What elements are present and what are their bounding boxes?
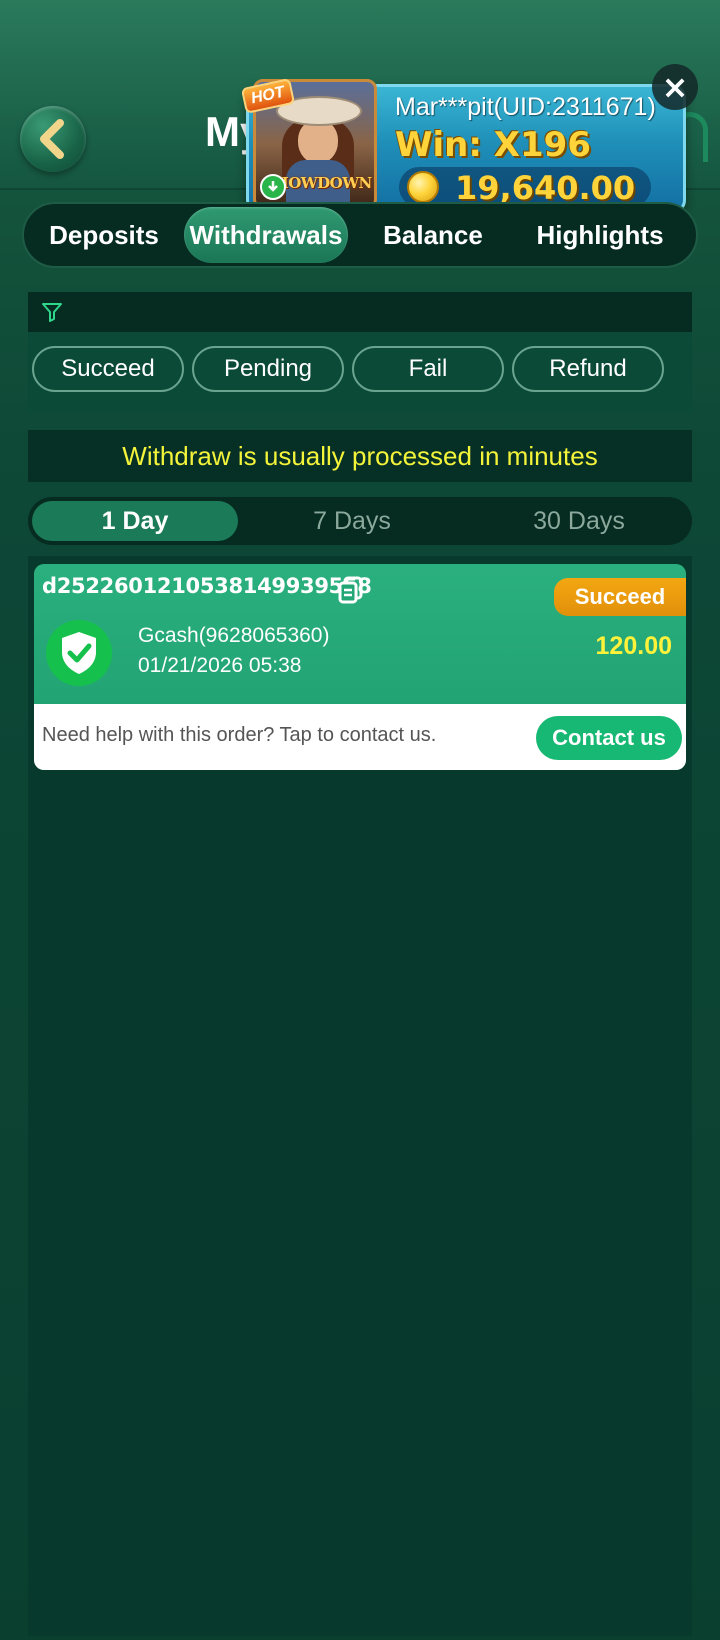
order-amount: 120.00 <box>595 632 672 660</box>
status-badge: Succeed <box>554 578 686 616</box>
tab-highlights[interactable]: Highlights <box>518 207 682 263</box>
filter-bar[interactable] <box>28 292 692 332</box>
filter-fail[interactable]: Fail <box>352 346 504 392</box>
period-tabs: 1 Day 7 Days 30 Days <box>28 497 692 545</box>
period-1-day[interactable]: 1 Day <box>32 501 238 541</box>
back-button[interactable] <box>20 106 86 172</box>
filter-icon[interactable] <box>40 300 64 324</box>
period-30-days[interactable]: 30 Days <box>466 501 692 541</box>
winner-user: Mar***pit(UID:2311671) <box>395 93 656 121</box>
tab-balance[interactable]: Balance <box>348 207 518 263</box>
copy-icon[interactable] <box>338 576 364 604</box>
processing-notice: Withdraw is usually processed in minutes <box>28 430 692 482</box>
status-filter-pills: Succeed Pending Fail Refund <box>32 346 664 392</box>
download-icon[interactable] <box>260 174 286 200</box>
coin-icon <box>407 171 439 203</box>
order-id: d25226012105381499395​58 <box>42 574 372 598</box>
order-datetime: 01/21/2026 05:38 <box>138 654 302 677</box>
win-multiplier: Win: X196 <box>395 125 591 165</box>
close-icon[interactable]: × <box>652 64 698 110</box>
win-amount-box: 19,640.00 <box>399 167 651 207</box>
back-arrow-icon <box>40 119 64 159</box>
tab-deposits[interactable]: Deposits <box>24 207 184 263</box>
win-notification-popup[interactable]: SHOWDOWN HOT Mar***pit(UID:2311671) Win:… <box>240 78 686 214</box>
help-text[interactable]: Need help with this order? Tap to contac… <box>42 724 436 747</box>
period-7-days[interactable]: 7 Days <box>238 501 466 541</box>
filter-pending[interactable]: Pending <box>192 346 344 392</box>
help-row: Need help with this order? Tap to contac… <box>34 704 686 770</box>
thumb-face <box>298 120 338 164</box>
order-card[interactable]: d25226012105381499395​58 Succeed Gcash(9… <box>34 564 686 770</box>
contact-us-button[interactable]: Contact us <box>536 716 682 760</box>
payment-method: Gcash(9628065360) <box>138 624 330 647</box>
shield-check-icon <box>46 620 112 686</box>
filter-succeed[interactable]: Succeed <box>32 346 184 392</box>
filter-panel: Succeed Pending Fail Refund <box>28 292 692 412</box>
record-tabs: Deposits Withdrawals Balance Highlights <box>22 202 698 268</box>
tab-withdrawals[interactable]: Withdrawals <box>184 207 348 263</box>
filter-refund[interactable]: Refund <box>512 346 664 392</box>
